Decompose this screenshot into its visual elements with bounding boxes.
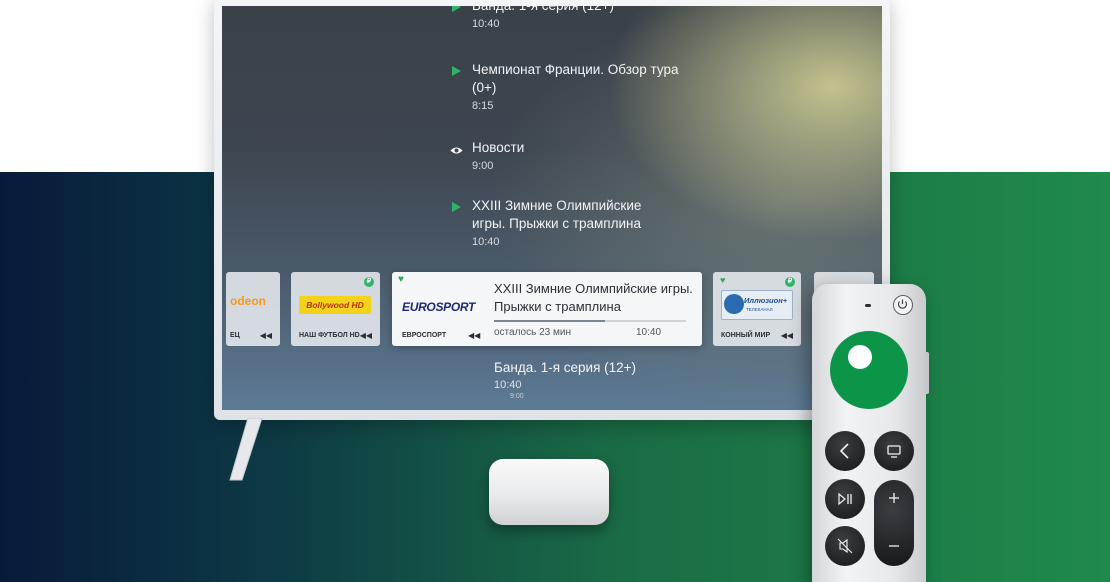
side-button[interactable] <box>925 352 929 394</box>
back-icon <box>839 443 849 459</box>
play-icon <box>452 199 461 217</box>
power-icon <box>897 299 908 309</box>
channel-name: ЕВРОСПОРТ <box>402 332 447 339</box>
set-top-box <box>489 459 609 525</box>
tv-screen: Банда. 1-я серия (12+) 10:40 Чемпионат Ф… <box>222 6 882 410</box>
schedule-item-title: Новости <box>472 140 525 155</box>
tv-button[interactable] <box>874 431 914 471</box>
schedule-item-time: 8:15 <box>472 100 494 112</box>
channel-logo-odeon: odeon <box>230 294 266 308</box>
channel-logo-area: ♥ EUROSPORT ЕВРОСПОРТ ◀◀ <box>392 272 482 346</box>
next-program-title: Банда. 1-я серия (12+) <box>494 360 637 375</box>
channel-logo-illusion: Иллюзион+ ТЕЛЕКАНАЛ <box>721 290 793 320</box>
eye-icon <box>450 142 463 160</box>
now-playing-title: XXIII Зимние Олимпийские игры. Прыжки с … <box>494 281 693 314</box>
tv-icon <box>887 445 901 458</box>
clickpad-center[interactable] <box>848 345 872 369</box>
schedule-item-time: 10:40 <box>472 18 500 30</box>
mute-icon <box>837 538 853 554</box>
ruble-badge-icon: ₽ <box>364 277 374 287</box>
channel-logo-bollywood: Bollywood HD <box>299 296 371 314</box>
program-time: 10:40 <box>636 327 662 338</box>
channel-name: НАШ ФУТБОЛ HD <box>299 332 360 339</box>
channel-name: ЕЦ <box>230 332 240 339</box>
tv-leg-left <box>228 417 263 482</box>
rewind-icon: ◀◀ <box>468 331 481 340</box>
next-program-time: 10:40 <box>494 379 522 391</box>
channel-card[interactable]: ♥ ₽ Иллюзион+ ТЕЛЕКАНАЛ КОННЫЙ МИР ◀◀ <box>713 272 801 346</box>
schedule-item-title: Банда. 1-я серия (12+) <box>472 6 692 15</box>
next-program-extra-time: 9:00 <box>510 393 524 400</box>
rewind-icon: ◀◀ <box>780 331 793 340</box>
back-button[interactable] <box>825 431 865 471</box>
play-pause-button[interactable] <box>825 479 865 519</box>
power-button[interactable] <box>893 295 913 315</box>
play-icon <box>452 63 461 81</box>
heart-icon: ♥ <box>720 275 726 285</box>
program-progress <box>494 320 686 322</box>
schedule-item[interactable]: Чемпионат Франции. Обзор тура (0+) 8:15 <box>452 61 682 112</box>
rewind-icon: ◀◀ <box>259 331 272 340</box>
channel-card[interactable]: ₽ Bollywood HD НАШ ФУТБОЛ HD ◀◀ <box>291 272 380 346</box>
schedule-item[interactable]: Банда. 1-я серия (12+) 10:40 <box>452 6 692 30</box>
schedule-item[interactable]: XXIII Зимние Олимпийские игры. Прыжки с … <box>452 197 672 248</box>
heart-icon: ♥ <box>398 274 404 285</box>
ruble-badge-icon: ₽ <box>785 277 795 287</box>
channel-logo-eurosport: EUROSPORT <box>402 300 476 314</box>
schedule-item[interactable]: Новости 9:00 <box>450 139 692 172</box>
rewind-icon: ◀◀ <box>359 331 372 340</box>
schedule-item-time: 10:40 <box>472 236 500 248</box>
time-remaining: осталось 23 мин <box>494 327 571 338</box>
play-icon <box>452 6 461 17</box>
channel-card[interactable]: odeon ЕЦ ◀◀ <box>226 272 280 346</box>
status-led <box>865 304 871 307</box>
schedule-item-time: 9:00 <box>472 160 494 172</box>
play-pause-icon <box>838 492 852 506</box>
program-progress-fill <box>494 320 606 322</box>
mute-button[interactable] <box>825 526 865 566</box>
channel-card-active[interactable]: ♥ EUROSPORT ЕВРОСПОРТ ◀◀ XXIII Зимние Ол… <box>392 272 702 346</box>
volume-rocker[interactable] <box>874 480 914 566</box>
next-program[interactable]: Банда. 1-я серия (12+) 10:40 9:00 <box>494 360 636 400</box>
illusion-emblem-icon <box>724 294 744 314</box>
touch-clickpad[interactable] <box>830 331 908 409</box>
schedule-item-title: Чемпионат Франции. Обзор тура (0+) <box>472 62 679 95</box>
program-schedule: Банда. 1-я серия (12+) 10:40 Чемпионат Ф… <box>222 6 882 410</box>
schedule-item-title: XXIII Зимние Олимпийские игры. Прыжки с … <box>472 198 642 231</box>
channel-name: КОННЫЙ МИР <box>721 332 771 339</box>
volume-up-icon <box>889 493 899 503</box>
